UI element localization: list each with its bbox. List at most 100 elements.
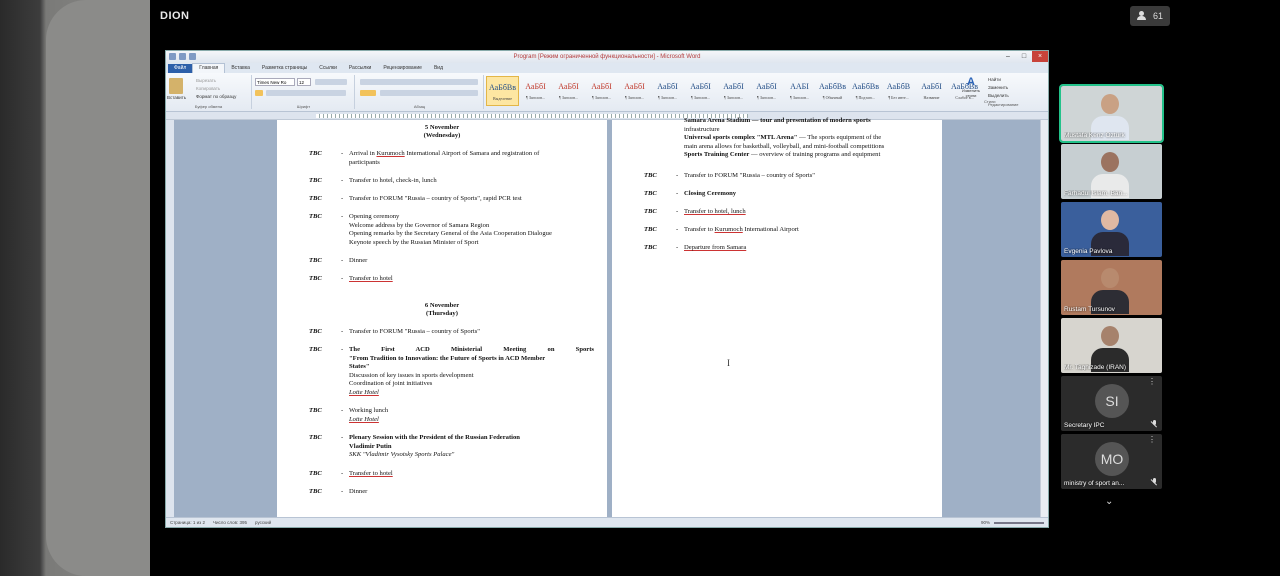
item-text-part: participants xyxy=(349,158,380,166)
paste-button[interactable]: Вставить xyxy=(167,95,186,100)
item-text-part: International Airport of Samara and regi… xyxy=(406,150,540,157)
style-preset[interactable]: АаБбІ ¶ Заголов... xyxy=(651,76,684,106)
vertical-ruler[interactable] xyxy=(166,120,174,519)
save-icon[interactable] xyxy=(179,53,186,60)
document-area: 5 November (Wednesday) TBC - Arrival in … xyxy=(166,117,1048,519)
time-tbc: TBC xyxy=(309,407,322,414)
maximize-button[interactable]: □ xyxy=(1016,51,1032,62)
style-preset[interactable]: АаБбВв ¶ Обычный xyxy=(816,76,849,106)
style-preset[interactable]: АаБбВв Выделение xyxy=(486,76,519,106)
font-format-tools[interactable] xyxy=(266,90,346,96)
list-tools[interactable] xyxy=(360,79,478,85)
item-text: Transfer to hotel xyxy=(349,275,393,282)
style-preview: АаБбВв xyxy=(819,82,846,91)
undo-icon[interactable] xyxy=(189,53,196,60)
style-preset[interactable]: ААБІ ¶ Заголов... xyxy=(783,76,816,106)
item-line: Opening ceremony xyxy=(349,213,400,220)
item-text: Working lunch Lotte Hotel xyxy=(349,407,388,424)
participant-tile[interactable]: Farhadul Islam, Ban... xyxy=(1061,144,1162,199)
time-tbc: TBC xyxy=(309,346,322,353)
style-preset[interactable]: АаБбІ ¶ Заголов... xyxy=(684,76,717,106)
participant-tile[interactable]: MO ⋮ ministry of sport an... xyxy=(1061,434,1162,489)
participant-tile[interactable]: Mr. Taghizade (IRAN) xyxy=(1061,318,1162,373)
style-preset[interactable]: АаБбІ ¶ Заголов... xyxy=(552,76,585,106)
item-dash: - xyxy=(341,177,344,184)
tab-mailings[interactable]: Рассылки xyxy=(343,64,377,73)
style-name: Выделение xyxy=(493,96,512,101)
clipboard-group: Вставить Вырезать Копировать Формат по о… xyxy=(166,75,252,109)
copy-button[interactable]: Копировать xyxy=(196,86,220,91)
chevron-down-icon[interactable]: ⌄ xyxy=(1105,496,1113,507)
paste-icon[interactable] xyxy=(169,78,183,94)
page-indicator[interactable]: Страница: 1 из 2 xyxy=(170,518,205,527)
participant-tile[interactable]: Rustam Tursunov xyxy=(1061,260,1162,315)
style-preset[interactable]: АаБбІ ¶ Заголов... xyxy=(750,76,783,106)
style-preview: АаБбВв xyxy=(852,82,879,91)
document-page-2[interactable]: Samara Arena Stadium — tour and presenta… xyxy=(612,117,942,519)
tab-references[interactable]: Ссылки xyxy=(313,64,343,73)
zoom-control[interactable]: 90% xyxy=(980,518,1044,527)
clipboard-group-label: Буфер обмена xyxy=(194,104,223,109)
language-indicator[interactable]: русский xyxy=(255,518,271,527)
select-button[interactable]: Выделить xyxy=(988,92,1048,100)
font-group: Times New Ro 12 Шрифт xyxy=(253,75,355,109)
tab-page-layout[interactable]: Разметка страницы xyxy=(256,64,313,73)
participant-tile[interactable]: Evgenia Pavlova xyxy=(1061,202,1162,257)
style-preset[interactable]: АаБбВв ¶ Подзаго... xyxy=(849,76,882,106)
replace-button[interactable]: Заменить xyxy=(988,84,1048,92)
align-left-button[interactable] xyxy=(360,90,376,96)
time-tbc: TBC xyxy=(309,195,322,202)
quick-access-toolbar[interactable] xyxy=(169,53,196,60)
tab-file[interactable]: Файл xyxy=(168,64,193,73)
more-icon[interactable]: ⋮ xyxy=(1148,378,1156,386)
participant-tile[interactable]: Mustafa Kenz Öztürk xyxy=(1059,84,1164,143)
zoom-level: 90% xyxy=(980,520,990,525)
find-button[interactable]: Найти xyxy=(988,76,1048,84)
item-line: Lotte Hotel xyxy=(349,415,379,423)
participant-name: Secretary IPC xyxy=(1064,422,1105,429)
style-preset[interactable]: АаБбІ ¶ Заголов... xyxy=(717,76,750,106)
alignment-tools[interactable] xyxy=(380,90,478,96)
time-tbc: TBC xyxy=(309,257,322,264)
style-preview: АаБбІ xyxy=(525,82,546,91)
item-line: Vladimir Putin xyxy=(349,442,392,450)
document-page-1[interactable]: 5 November (Wednesday) TBC - Arrival in … xyxy=(277,120,607,519)
day1-subtitle: (Wednesday) xyxy=(423,132,461,139)
font-name-select[interactable]: Times New Ro xyxy=(255,78,295,86)
bold-button[interactable] xyxy=(255,90,263,96)
tab-view[interactable]: Вид xyxy=(428,64,449,73)
cut-button[interactable]: Вырезать xyxy=(196,78,216,83)
style-preset[interactable]: АаБбВ ¶ Без инте... xyxy=(882,76,915,106)
item-text: Departure from Samara xyxy=(684,244,747,251)
close-button[interactable]: × xyxy=(1032,51,1048,62)
time-tbc: TBC xyxy=(309,434,322,441)
more-icon[interactable]: ⋮ xyxy=(1148,436,1156,444)
minimize-button[interactable]: – xyxy=(1000,51,1016,62)
item-text-part: Kurumoch xyxy=(714,226,743,233)
time-tbc: TBC xyxy=(309,213,322,220)
participant-tile[interactable]: SI ⋮ Secretary IPC xyxy=(1061,376,1162,431)
item-text: Dinner xyxy=(349,257,368,264)
zoom-slider[interactable] xyxy=(994,522,1044,524)
item-text: Transfer to FORUM "Russia – country of S… xyxy=(349,195,522,202)
tab-review[interactable]: Рецензирование xyxy=(377,64,428,73)
style-name: ¶ Заголов... xyxy=(757,95,776,100)
style-preview: АаБбІ xyxy=(756,82,777,91)
tab-home[interactable]: Главная xyxy=(192,63,226,73)
word-titlebar: Program [Режим ограниченной функциональн… xyxy=(166,51,1048,63)
style-preset[interactable]: АаБбІ ¶ Заголов... xyxy=(519,76,552,106)
style-preset[interactable]: АаБбІ ¶ Заголов... xyxy=(585,76,618,106)
style-preset[interactable]: АаБбІ Название xyxy=(915,76,948,106)
participants-button[interactable]: 61 xyxy=(1130,6,1170,26)
word-count[interactable]: Число слов: 395 xyxy=(213,518,247,527)
format-painter-button[interactable]: Формат по образцу xyxy=(196,94,236,99)
styles-gallery[interactable]: АаБбВв Выделение АаБбІ ¶ Заголов... АаБбІ ¶ З… xyxy=(486,76,981,106)
change-styles-button[interactable]: A Изменить стили xyxy=(958,76,984,98)
vertical-scrollbar[interactable] xyxy=(1040,120,1048,519)
tab-insert[interactable]: Вставка xyxy=(225,64,256,73)
font-grow-tools[interactable] xyxy=(315,79,347,85)
item-dash: - xyxy=(341,257,344,264)
font-size-select[interactable]: 12 xyxy=(297,78,311,86)
style-preset[interactable]: АаБбІ ¶ Заголов... xyxy=(618,76,651,106)
style-preview: АаБбВ xyxy=(886,82,911,91)
